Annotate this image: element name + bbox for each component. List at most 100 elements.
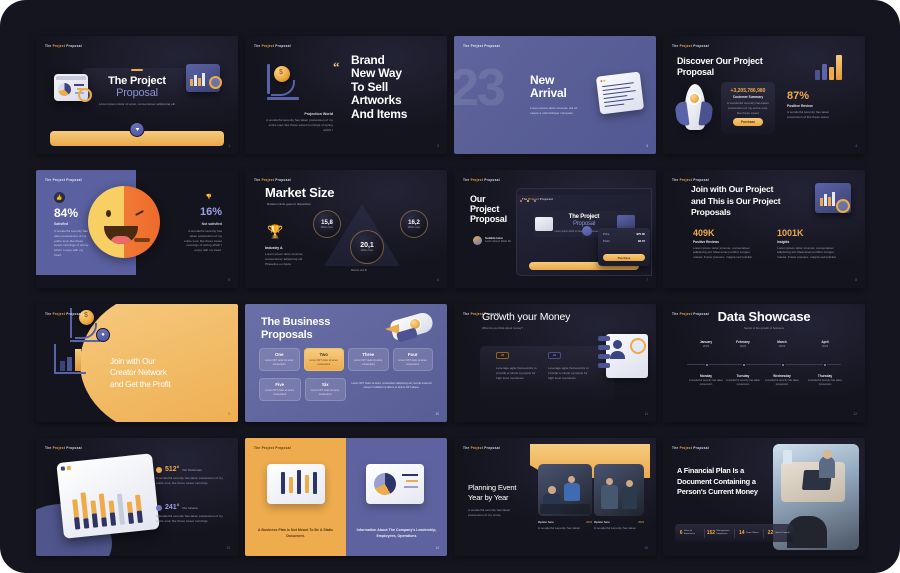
event-caption-1: Option here 2023 A wonderful serenity ha… (538, 520, 592, 530)
caption-label: Option here (594, 520, 610, 524)
slide-thumbnail-11[interactable]: The Project Proposal Growth your Money W… (454, 304, 656, 422)
timeline-dot (705, 362, 709, 367)
slide-thumbnail-3[interactable]: The Project Proposal 23 New Arrival Lore… (454, 36, 656, 154)
page-number: 1 (228, 144, 230, 148)
price-label: Price (603, 232, 610, 236)
stats-bar: 6 Years of Experience 152 Management Exp… (675, 524, 793, 542)
tiles-row-1: One Lorem NFT dolor sit amet, consectetur… (259, 348, 433, 371)
stat-body: A wonderful serenity has taken possessio… (156, 514, 223, 523)
slide-thumbnail-9[interactable]: The Project Proposal $ ● Join with Our C… (36, 304, 238, 422)
title-line: New Way (351, 66, 402, 81)
market-bubble: 20,1 Million User (350, 230, 384, 264)
tile-label: Two (319, 352, 328, 357)
slide-thumbnail-8[interactable]: The Project Proposal Join with Our Proje… (663, 170, 865, 288)
slide-thumbnail-2[interactable]: The Project Proposal $ “ Brand New Way T… (245, 36, 447, 154)
slide-thumbnail-5[interactable]: The Project Proposal 👍 84% Satisfied A w… (36, 170, 238, 288)
slide-title-line2: Year by Year (468, 493, 509, 502)
slide-title-line2: Proposal (677, 67, 714, 77)
tile-two[interactable]: Two Lorem NFT dolor sit amet, consectetur (303, 348, 344, 371)
slide-thumbnail-6[interactable]: The Project Proposal Market Size Divisio… (245, 170, 447, 288)
timeline-year: 2023 (739, 344, 747, 348)
caption-body: A wonderful serenity has taken (594, 525, 637, 530)
bubble-value: 20,1 (360, 242, 374, 249)
card-body: Leverage agile frameworks to provide a r… (496, 366, 537, 380)
slide-body: Lorem ipsum dolor sit amet, dui sit nequ… (530, 106, 578, 115)
timeline-detail: Thursday A wonderful serenity has taken … (806, 374, 844, 387)
stat-value: 14 (738, 530, 745, 536)
slide-title: Join with Our Creator Network and Get th… (110, 356, 228, 390)
page-number: 7 (646, 278, 648, 282)
stat-body: Lorem ipsum dolor sit amet, consectetuer… (777, 245, 837, 260)
tile-five[interactable]: Five Lorem NFT dolor sit amet, consectetu… (259, 378, 301, 401)
chart-folder-illustration-icon (815, 183, 851, 213)
stat-row-2: 241° Per Income A wonderful serenity has… (156, 504, 226, 524)
slide-thumbnail-13[interactable]: The Project Proposal 512° Per Outcomes A… (36, 438, 238, 556)
left-value: 84% (54, 206, 79, 220)
slide-thumbnail-4[interactable]: The Project Proposal Discover Our Projec… (663, 36, 865, 154)
slide-grid: The Project Proposal The Project Proposa… (36, 36, 865, 556)
timeline-day: Wednesday (773, 374, 791, 378)
title-line: Join with Our (110, 357, 156, 366)
thumbs-down-badge-icon: 👎 (205, 194, 212, 200)
timeline-dot (742, 362, 746, 367)
stat-label: Online Projects (774, 531, 790, 534)
price-value: $75.00 (636, 232, 645, 236)
play-button[interactable] (129, 122, 145, 137)
tile-three[interactable]: Three Lorem NFT dolor sit amet, consectet… (348, 348, 389, 371)
slide-title-line2: Proposal (116, 87, 158, 99)
author-avatar (473, 236, 482, 245)
bubble-label: Million User (360, 249, 374, 252)
tile-six[interactable]: Six Lorem NFT dolor sit amet, consectetur (304, 378, 346, 401)
metric-label: Customer Summary (732, 95, 764, 99)
page-number: 13 (226, 546, 230, 550)
stat-item: 14 Team Offices (735, 530, 764, 536)
slide-subtitle: What do you think about money? (482, 326, 523, 330)
price-card: Price $75.00 Profit $2.70 Purchase (598, 228, 650, 266)
page-number: 8 (855, 278, 857, 282)
stat-label: Team Offices (746, 531, 759, 534)
slide-title-line1: The Business (261, 316, 331, 328)
stat-label: Positive Review (787, 104, 813, 108)
slide-logo: The Project Proposal (672, 178, 709, 182)
slide-thumbnail-16[interactable]: The Project Proposal A Financial Plan Is… (663, 438, 865, 556)
timeline-entry: April 2023 (806, 340, 844, 348)
mockup-left-illustration-icon (535, 217, 553, 231)
stat-value: 22 (767, 530, 774, 536)
slide-logo: The Project Proposal (463, 178, 500, 182)
tile-one[interactable]: One Lorem NFT dolor sit amet, consectetur (259, 348, 300, 371)
buy-button[interactable]: Purchase (603, 254, 645, 261)
slide-title: Market Size (265, 185, 335, 200)
document-illustration-icon (595, 71, 645, 115)
stat-value: 512° (165, 466, 180, 473)
slide-title: Our Project Proposal (470, 194, 507, 224)
timeline-entry: January 2023 (687, 340, 725, 348)
slide-thumbnail-7[interactable]: The Project Proposal The Project Proposa… (454, 170, 656, 288)
slide-thumbnail-10[interactable]: The Business Proposals One Lorem NFT dolo… (245, 304, 447, 422)
industry-body: Lorem ipsum dolor sit amet, consectetuer… (265, 252, 304, 266)
tile-body: Lorem NFT dolor sit amet, consectetur (309, 359, 339, 366)
tile-label: One (274, 352, 284, 357)
note-text: Lorem NFT dolor sit amet, consectetur ad… (351, 382, 432, 390)
timeline-dot (781, 362, 785, 367)
tile-body: Lorem NFT dolor sit amet, consectetur (265, 389, 295, 396)
stat-value: 409K (693, 228, 715, 238)
stat-row-1: 512° Per Outcomes A wonderful serenity h… (156, 466, 226, 486)
stat-value: 87% (787, 90, 810, 102)
slide-thumbnail-15[interactable]: The Project Proposal Planning Event Year… (454, 438, 656, 556)
stat-item: 152 Management Experience (705, 530, 734, 536)
purchase-button[interactable]: Purchase (733, 118, 763, 126)
tile-four[interactable]: Four Lorem NFT dolor sit amet, consectetu… (392, 348, 433, 371)
slide-title-line1: Planning Event (468, 483, 517, 492)
stat-label: Management Experience (716, 530, 730, 535)
slide-thumbnail-12[interactable]: The Project Proposal Data Showcase Secto… (663, 304, 865, 422)
stat-value: 1001K (777, 228, 804, 238)
page-number: 6 (437, 278, 439, 282)
tile-label: Five (275, 382, 285, 387)
slide-thumbnail-1[interactable]: The Project Proposal The Project Proposa… (36, 36, 238, 154)
stat-block: 1001K Insights Lorem ipsum dolor sit ame… (777, 228, 843, 260)
title-rule (131, 69, 143, 71)
caption-year: 2023 (638, 520, 644, 524)
timeline-dot (823, 362, 827, 367)
slide-thumbnail-14[interactable]: The Project Proposal A Business Plan Is … (245, 438, 447, 556)
slide-logo: The Project Proposal (672, 312, 709, 316)
